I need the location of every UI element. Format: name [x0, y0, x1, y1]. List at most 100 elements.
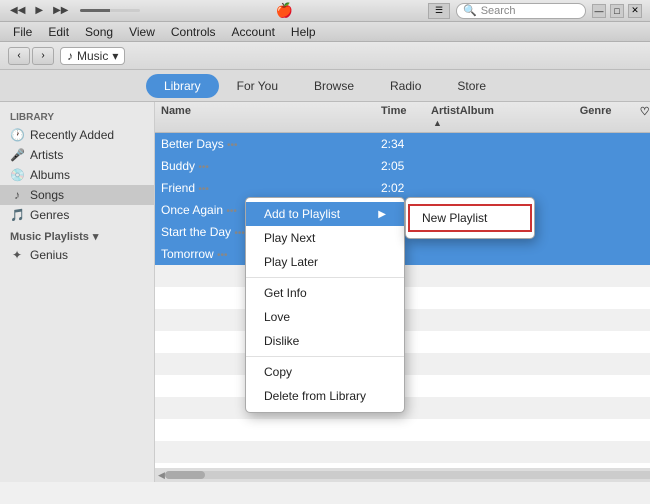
ctx-delete-label: Delete from Library [264, 389, 366, 403]
table-row[interactable]: Friend ••• 2:02 [155, 177, 650, 199]
ctx-add-to-playlist-label: Add to Playlist [264, 207, 340, 221]
ctx-copy[interactable]: Copy [246, 360, 404, 384]
row-time: 2:02 [381, 181, 431, 195]
sidebar-item-artists[interactable]: 🎤 Artists [0, 145, 154, 165]
maximize-button[interactable]: □ [610, 4, 624, 18]
library-section-title: Library [0, 108, 154, 125]
menu-file[interactable]: File [6, 24, 39, 40]
apple-logo: 🍎 [276, 2, 293, 19]
menu-help[interactable]: Help [284, 24, 323, 40]
ctx-separator-1 [246, 277, 404, 278]
sidebar: Library 🕐 Recently Added 🎤 Artists 💿 Alb… [0, 102, 155, 482]
title-bar-right: ☰ 🔍 Search — □ ✕ [428, 3, 642, 19]
ctx-play-later-label: Play Later [264, 255, 318, 269]
sidebar-label-artists: Artists [30, 148, 63, 162]
sidebar-item-recently-added[interactable]: 🕐 Recently Added [0, 125, 154, 145]
menu-controls[interactable]: Controls [164, 24, 223, 40]
transport-controls: ◀◀ ▶ ▶▶ [8, 5, 140, 16]
recently-added-icon: 🕐 [10, 128, 24, 142]
albums-icon: 💿 [10, 168, 24, 182]
nav-arrows: ‹ › [8, 47, 54, 65]
sidebar-label-genius: Genius [30, 248, 68, 262]
row-name: Friend ••• [161, 181, 381, 195]
minimize-button[interactable]: — [592, 4, 606, 18]
back-button[interactable]: ‹ [8, 47, 30, 65]
context-menu: Add to Playlist ▶ Play Next Play Later G… [245, 197, 405, 413]
sidebar-label-genres: Genres [30, 208, 69, 222]
table-row[interactable] [155, 441, 650, 463]
tab-browse[interactable]: Browse [296, 74, 372, 98]
music-icon: ♪ [67, 49, 73, 63]
playlists-section-title: Music Playlists ▾ [0, 225, 154, 245]
header-album: Album [460, 105, 580, 129]
ctx-play-next-label: Play Next [264, 231, 315, 245]
ctx-add-to-playlist[interactable]: Add to Playlist ▶ [246, 202, 404, 226]
search-box[interactable]: 🔍 Search [456, 3, 586, 19]
main-area: Library 🕐 Recently Added 🎤 Artists 💿 Alb… [0, 102, 650, 482]
playlists-label: Music Playlists [10, 231, 89, 243]
ctx-play-next[interactable]: Play Next [246, 226, 404, 250]
sidebar-label-albums: Albums [30, 168, 70, 182]
table-row[interactable]: Buddy ••• 2:05 [155, 155, 650, 177]
scrollbar-thumb[interactable] [165, 471, 205, 479]
submenu-new-playlist[interactable]: New Playlist [408, 204, 532, 232]
sidebar-label-songs: Songs [30, 188, 64, 202]
play-button[interactable]: ▶ [33, 5, 45, 16]
songs-icon: ♪ [10, 188, 24, 202]
genius-icon: ✦ [10, 248, 24, 262]
sidebar-item-albums[interactable]: 💿 Albums [0, 165, 154, 185]
scrollbar-track [165, 471, 650, 479]
search-icon: 🔍 [463, 4, 477, 17]
ctx-love[interactable]: Love [246, 305, 404, 329]
tab-for-you[interactable]: For You [219, 74, 296, 98]
tab-radio[interactable]: Radio [372, 74, 439, 98]
sidebar-item-genius[interactable]: ✦ Genius [0, 245, 154, 265]
row-time: 2:05 [381, 159, 431, 173]
row-time: 2:34 [381, 137, 431, 151]
ctx-separator-2 [246, 356, 404, 357]
table-row[interactable]: Better Days ••• 2:34 [155, 133, 650, 155]
ctx-delete[interactable]: Delete from Library [246, 384, 404, 408]
context-menu-container: Add to Playlist ▶ Play Next Play Later G… [245, 197, 535, 413]
genres-icon: 🎵 [10, 208, 24, 222]
menu-view[interactable]: View [122, 24, 162, 40]
next-button[interactable]: ▶▶ [51, 5, 70, 16]
ctx-love-label: Love [264, 310, 290, 324]
nav-bar: ‹ › ♪ Music ▾ [0, 42, 650, 70]
menu-account[interactable]: Account [225, 24, 282, 40]
tabs-bar: Library For You Browse Radio Store [0, 70, 650, 102]
table-header: Name Time Artist ▲ Album Genre ♡ [155, 102, 650, 133]
submenu-arrow: ▶ [378, 209, 386, 220]
ctx-get-info-label: Get Info [264, 286, 307, 300]
header-genre: Genre [580, 105, 640, 129]
sidebar-item-genres[interactable]: 🎵 Genres [0, 205, 154, 225]
sidebar-label-recently-added: Recently Added [30, 128, 114, 142]
horizontal-scrollbar[interactable]: ◀ ▶ [155, 468, 650, 482]
header-name: Name [161, 105, 381, 129]
ctx-dislike[interactable]: Dislike [246, 329, 404, 353]
list-view-button[interactable]: ☰ [428, 3, 450, 19]
row-name: Buddy ••• [161, 159, 381, 173]
header-artist: Artist ▲ [431, 105, 460, 129]
search-placeholder: Search [481, 5, 516, 17]
table-row[interactable] [155, 419, 650, 441]
playlists-chevron: ▾ [93, 230, 99, 243]
tab-store[interactable]: Store [439, 74, 504, 98]
ctx-play-later[interactable]: Play Later [246, 250, 404, 274]
close-button[interactable]: ✕ [628, 4, 642, 18]
menu-song[interactable]: Song [78, 24, 120, 40]
row-name: Better Days ••• [161, 137, 381, 151]
title-bar: ◀◀ ▶ ▶▶ 🍎 ☰ 🔍 Search — □ ✕ [0, 0, 650, 22]
ctx-copy-label: Copy [264, 365, 292, 379]
menu-edit[interactable]: Edit [41, 24, 76, 40]
sidebar-item-songs[interactable]: ♪ Songs [0, 185, 154, 205]
volume-slider[interactable] [80, 9, 140, 12]
tab-library[interactable]: Library [146, 74, 219, 98]
ctx-get-info[interactable]: Get Info [246, 281, 404, 305]
header-heart: ♡ [640, 105, 650, 129]
scroll-left-icon[interactable]: ◀ [158, 470, 165, 481]
forward-button[interactable]: › [32, 47, 54, 65]
prev-button[interactable]: ◀◀ [8, 5, 27, 16]
location-bar[interactable]: ♪ Music ▾ [60, 47, 125, 65]
artists-icon: 🎤 [10, 148, 24, 162]
